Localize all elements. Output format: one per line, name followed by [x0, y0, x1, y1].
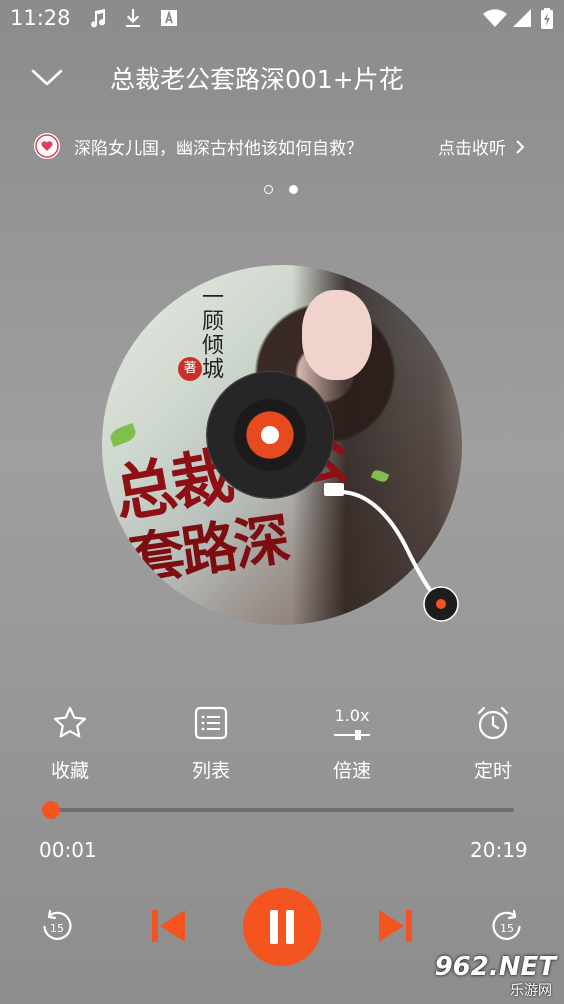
page-title: 总裁老公套路深001+片花 [110, 65, 404, 94]
alarm-clock-icon [477, 706, 509, 740]
forward-seconds: 15 [500, 922, 514, 935]
wifi-icon [483, 9, 507, 27]
forward-15-button[interactable]: 15 [488, 908, 526, 946]
signal-icon [513, 9, 531, 27]
progress-thumb[interactable] [42, 801, 60, 819]
font-a-icon [161, 9, 177, 26]
battery-icon [541, 8, 553, 29]
total-time: 20:19 [470, 838, 528, 862]
carousel-indicator [262, 184, 302, 196]
banner-text: 深陷女儿国，幽深古村他该如何自救？ [74, 139, 363, 159]
list-icon [194, 706, 228, 740]
heart-icon [34, 133, 60, 159]
promo-banner[interactable]: 深陷女儿国，幽深古村他该如何自救？ 点击收听 [0, 128, 564, 164]
pause-icon-bar [286, 910, 294, 944]
previous-track-button[interactable] [148, 906, 188, 946]
speed-button[interactable]: 1.0x 倍速 [302, 700, 402, 790]
speed-value: 1.0x [334, 706, 370, 725]
speed-label: 倍速 [332, 760, 371, 782]
watermark-sub: 乐游网 [510, 983, 552, 999]
timer-button[interactable]: 定时 [443, 700, 543, 790]
playlist-button[interactable]: 列表 [161, 700, 261, 790]
rewind-seconds: 15 [50, 922, 64, 935]
progress-track[interactable] [50, 808, 514, 812]
favorite-button[interactable]: 收藏 [20, 700, 120, 790]
watermark-brand: 962.NET [434, 952, 556, 982]
chevron-right-icon [516, 140, 525, 154]
speed-slider-icon [334, 730, 370, 740]
current-time: 00:01 [39, 838, 97, 862]
status-time: 11:28 [10, 6, 71, 30]
rewind-15-button[interactable]: 15 [38, 908, 76, 946]
status-bar: 11:28 [0, 0, 564, 38]
timer-label: 定时 [473, 760, 512, 782]
listen-link[interactable]: 点击收听 [438, 134, 525, 159]
next-track-button[interactable] [376, 906, 416, 946]
carousel-dot-active[interactable] [289, 185, 298, 194]
player-header: 总裁老公套路深001+片花 [0, 52, 564, 104]
listen-link-label: 点击收听 [438, 139, 506, 159]
play-pause-button[interactable] [243, 888, 321, 966]
list-label: 列表 [191, 760, 230, 782]
watermark-logo: 962.NET 乐游网 [424, 950, 560, 1000]
music-note-icon [91, 9, 106, 28]
chevron-down-icon[interactable] [30, 62, 64, 92]
carousel-dot[interactable] [264, 185, 273, 194]
cover-author-mark: 著 [178, 357, 202, 381]
favorite-label: 收藏 [50, 760, 89, 782]
pause-icon [270, 910, 278, 944]
star-icon [53, 706, 87, 738]
vinyl-center-hole [261, 426, 279, 444]
cover-face [302, 290, 372, 380]
vinyl-record[interactable] [207, 372, 333, 498]
download-icon [126, 9, 140, 27]
